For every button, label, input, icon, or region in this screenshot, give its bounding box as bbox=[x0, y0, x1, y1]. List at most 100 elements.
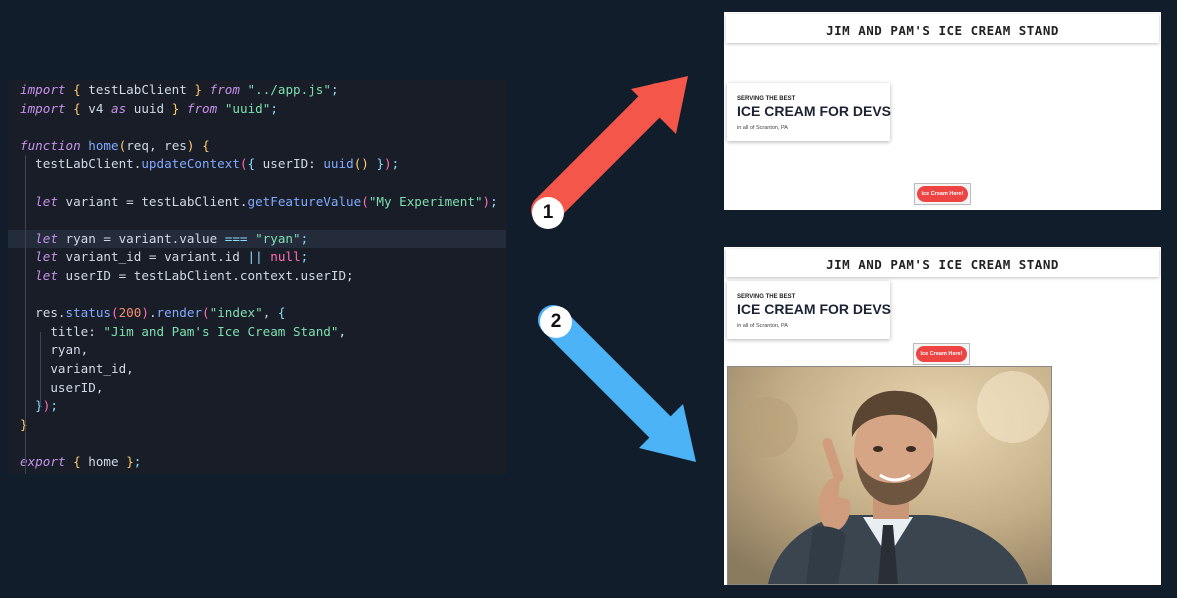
code-token: } bbox=[20, 416, 28, 432]
code-token: ( bbox=[239, 156, 248, 172]
code-token: uuid bbox=[126, 100, 172, 116]
site-title: JIM AND PAM'S ICE CREAM STAND bbox=[826, 23, 1059, 38]
code-token: { bbox=[277, 305, 286, 321]
indent-guide bbox=[25, 155, 26, 474]
code-token: uuid bbox=[323, 156, 354, 172]
code-token: userID, bbox=[20, 379, 104, 395]
code-token: ; bbox=[490, 193, 498, 209]
code-token: testLabClient bbox=[80, 82, 195, 97]
variant-2-badge: 2 bbox=[540, 306, 572, 338]
code-token: "uuid" bbox=[224, 100, 271, 116]
indent-guide-inner bbox=[40, 332, 41, 407]
code-line: let userID = testLabClient.context.userI… bbox=[8, 267, 506, 286]
code-token: home bbox=[88, 137, 119, 153]
code-token: ; bbox=[330, 82, 339, 97]
code-line: userID, bbox=[8, 379, 506, 398]
code-token: userID = testLabClient.context.userID; bbox=[57, 268, 354, 283]
code-token: { bbox=[202, 137, 210, 153]
ice-cream-button[interactable]: Ice Cream Here! bbox=[917, 186, 968, 202]
code-token: title: bbox=[20, 323, 104, 339]
code-line: variant_id, bbox=[8, 360, 506, 379]
code-token: ; bbox=[133, 454, 142, 469]
code-token: updateContext bbox=[141, 156, 240, 172]
code-line: let variant = testLabClient.getFeatureVa… bbox=[8, 193, 506, 212]
site-header: JIM AND PAM'S ICE CREAM STAND bbox=[726, 249, 1159, 277]
code-token: ryan = variant.value bbox=[57, 230, 225, 246]
code-token: ; bbox=[300, 230, 309, 246]
variant-1-screenshot: JIM AND PAM'S ICE CREAM STAND SERVING TH… bbox=[724, 12, 1161, 210]
smiling-man-pointing-photo bbox=[727, 366, 1052, 585]
code-line: function home(req, res) { bbox=[8, 137, 506, 156]
code-line: } bbox=[8, 416, 506, 435]
code-token: () bbox=[353, 156, 369, 172]
code-token: "Jim and Pam's Ice Cream Stand" bbox=[103, 323, 339, 339]
code-token: } bbox=[126, 454, 134, 469]
code-token: ; bbox=[391, 156, 400, 172]
code-line: import { testLabClient } from "../app.js… bbox=[8, 81, 506, 100]
code-token: from bbox=[186, 100, 218, 116]
code-token: { bbox=[247, 156, 256, 172]
code-token: { bbox=[73, 454, 81, 469]
code-token: } bbox=[376, 156, 385, 172]
code-line: res.status(200).render("index", { bbox=[8, 304, 506, 323]
code-token: home bbox=[80, 454, 127, 469]
code-token: let bbox=[35, 249, 58, 265]
variant-2-screenshot: JIM AND PAM'S ICE CREAM STAND SERVING TH… bbox=[724, 247, 1161, 585]
ice-cream-button[interactable]: Ice Cream Here! bbox=[916, 346, 967, 362]
code-token: let bbox=[35, 193, 58, 209]
code-token: ( bbox=[361, 193, 369, 209]
code-token: testLabClient. bbox=[20, 156, 142, 172]
code-line: let variant_id = variant.id || null; bbox=[8, 248, 506, 267]
code-line: import { v4 as uuid } from "uuid"; bbox=[8, 100, 506, 119]
code-token: null bbox=[270, 249, 301, 265]
code-token: 200 bbox=[118, 305, 142, 321]
code-token: ) bbox=[384, 156, 392, 172]
code-token: "ryan" bbox=[255, 230, 301, 246]
variant-1-badge: 1 bbox=[532, 197, 564, 229]
code-token: export bbox=[20, 454, 66, 469]
code-token: ( bbox=[202, 305, 210, 321]
code-token: "../app.js" bbox=[247, 82, 331, 97]
code-token: "index" bbox=[209, 305, 263, 321]
code-token: ( bbox=[111, 305, 119, 321]
code-line: export { home }; bbox=[8, 453, 506, 472]
photo-illustration bbox=[728, 367, 1051, 584]
code-token: let bbox=[35, 268, 58, 283]
code-line: title: "Jim and Pam's Ice Cream Stand", bbox=[8, 323, 506, 342]
hero-card: SERVING THE BEST ICE CREAM FOR DEVS in a… bbox=[727, 83, 892, 141]
code-token: as bbox=[111, 100, 127, 116]
code-token: , bbox=[338, 323, 347, 339]
ice-cream-button-frame: Ice Cream Here! bbox=[914, 183, 971, 205]
code-line: let ryan = variant.value === "ryan"; bbox=[8, 229, 506, 249]
hero-card: SERVING THE BEST ICE CREAM FOR DEVS in a… bbox=[727, 281, 892, 339]
ice-cream-button-frame: Ice Cream Here! bbox=[913, 343, 970, 365]
code-token: variant = testLabClient. bbox=[57, 193, 248, 209]
hero-title: ICE CREAM FOR DEVS bbox=[737, 301, 892, 317]
code-token: || bbox=[247, 249, 263, 265]
code-token: userID: bbox=[255, 156, 324, 172]
code-token: ; bbox=[270, 100, 278, 116]
hero-kicker: SERVING THE BEST bbox=[737, 294, 796, 300]
code-token: } bbox=[194, 82, 203, 97]
code-token: { bbox=[73, 100, 81, 116]
code-token: variant_id = variant.id bbox=[57, 249, 248, 265]
site-header: JIM AND PAM'S ICE CREAM STAND bbox=[726, 14, 1159, 43]
arrow-variant-1 bbox=[531, 76, 688, 225]
hero-title: ICE CREAM FOR DEVS bbox=[737, 103, 892, 119]
code-token: let bbox=[35, 230, 58, 246]
code-token: variant_id, bbox=[20, 361, 134, 376]
code-line: testLabClient.updateContext({ userID: uu… bbox=[8, 155, 506, 174]
